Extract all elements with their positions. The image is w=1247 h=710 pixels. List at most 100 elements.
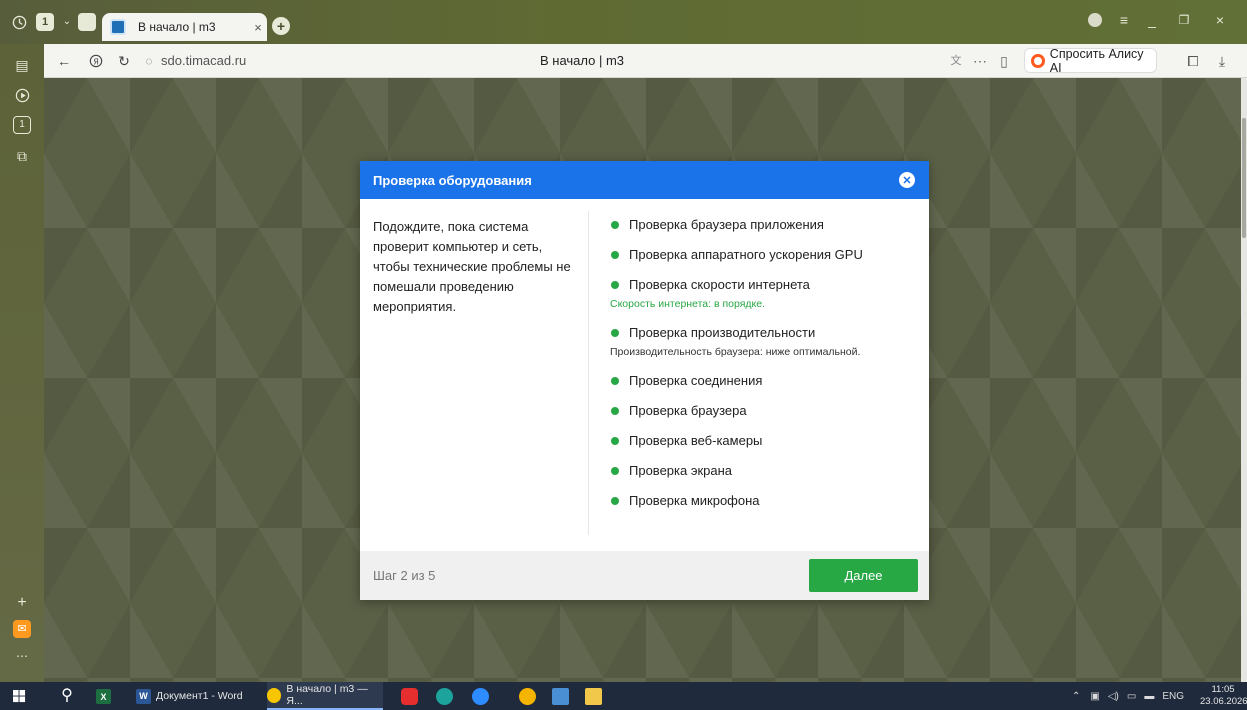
check-name: Проверка браузера приложения: [629, 217, 824, 232]
new-tab-icon[interactable]: +: [272, 17, 290, 35]
active-tab[interactable]: В начало | m3 ×: [102, 13, 267, 41]
check-note: Производительность браузера: ниже оптима…: [610, 346, 861, 358]
tab-title: В начало | m3: [138, 20, 216, 34]
file-explorer-icon[interactable]: [585, 688, 602, 705]
next-button[interactable]: Далее: [809, 559, 918, 592]
screenshot-icon[interactable]: ⧉: [13, 147, 31, 165]
check-name: Проверка производительности: [629, 325, 816, 340]
check-name: Проверка экрана: [629, 463, 733, 478]
clock[interactable]: 11:05 23.06.2026: [1200, 684, 1247, 708]
svg-text:Я: Я: [93, 58, 98, 67]
scrollbar-thumb[interactable]: [1242, 118, 1246, 238]
yandex-icon[interactable]: Я: [88, 52, 104, 70]
check-name: Проверка скорости интернета: [629, 277, 810, 292]
dialog-header: Проверка оборудования ✕: [360, 161, 929, 199]
check-name: Проверка соединения: [629, 373, 763, 388]
volume-icon[interactable]: ◁): [1108, 691, 1119, 702]
yandex-app-icon[interactable]: [401, 688, 418, 705]
windows-start-icon[interactable]: [12, 689, 26, 703]
check-item: Проверка соединения: [610, 373, 920, 389]
taskbar-browser-label: В начало | m3 — Я...: [286, 683, 368, 707]
clock-time: 11:05: [1211, 684, 1235, 695]
status-dot-icon: [611, 221, 619, 229]
check-note: Скорость интернета: в порядке.: [610, 298, 765, 310]
download-icon[interactable]: ⤓: [1214, 53, 1230, 69]
tray-expand-icon[interactable]: ⌃: [1072, 691, 1080, 702]
status-dot-icon: [611, 437, 619, 445]
status-dot-icon: [611, 467, 619, 475]
check-item: Проверка микрофона: [610, 493, 920, 509]
system-tray: ⌃ ▣ ◁) ▭ ▬ ENG: [1072, 682, 1184, 710]
back-icon[interactable]: ←: [56, 52, 72, 70]
status-dot-icon: [611, 407, 619, 415]
url-text[interactable]: sdo.timacad.ru: [161, 53, 246, 68]
close-dialog-icon[interactable]: ✕: [899, 172, 915, 188]
tabs-counter-icon[interactable]: 1: [13, 116, 31, 134]
check-item: Проверка скорости интернета Скорость инт…: [610, 277, 920, 311]
check-name: Проверка микрофона: [629, 493, 760, 508]
equipment-check-dialog: Проверка оборудования ✕ Подождите, пока …: [360, 161, 929, 600]
more-icon[interactable]: ⋯: [972, 53, 988, 69]
reload-icon[interactable]: ↻: [116, 52, 132, 70]
check-name: Проверка браузера: [629, 403, 747, 418]
status-dot-icon: [611, 281, 619, 289]
restore-icon[interactable]: ❐: [1176, 12, 1192, 28]
close-window-icon[interactable]: ×: [1212, 12, 1228, 28]
status-dot-icon: [611, 329, 619, 337]
clock-date: 23.06.2026: [1200, 696, 1247, 707]
tab-counter-button[interactable]: 1: [36, 13, 54, 31]
checks-list: Проверка браузера приложения Проверка ап…: [610, 217, 920, 509]
edge-icon[interactable]: [436, 688, 453, 705]
status-dot-icon: [611, 251, 619, 259]
status-dot-icon: [611, 377, 619, 385]
translate-icon[interactable]: 文: [949, 53, 963, 69]
tray-app-icon[interactable]: ▣: [1090, 691, 1099, 702]
tab-count: 1: [41, 16, 49, 28]
more-panels-icon[interactable]: ⋯: [13, 647, 31, 665]
taskbar-word[interactable]: W Документ1 - Word: [136, 682, 243, 710]
word-icon: W: [136, 688, 151, 704]
excel-icon[interactable]: X: [96, 689, 111, 704]
ask-alice-button[interactable]: Спросить Алису AI: [1024, 47, 1157, 75]
extensions-icon[interactable]: ⧠: [1185, 53, 1201, 69]
site-favicon-icon: [110, 19, 126, 35]
scrollbar[interactable]: [1241, 78, 1247, 682]
check-item: Проверка веб-камеры: [610, 433, 920, 449]
step-indicator: Шаг 2 из 5: [373, 568, 436, 583]
check-item: Проверка экрана: [610, 463, 920, 479]
zoom-icon[interactable]: [472, 688, 489, 705]
network-icon[interactable]: ▭: [1127, 691, 1136, 702]
add-panel-icon[interactable]: +: [13, 594, 31, 612]
browser-sidebar: ▤ 1 ⧉ + ✉ ⋯: [0, 44, 44, 682]
menu-icon[interactable]: ≡: [1116, 12, 1132, 28]
page-title: В начало | m3: [540, 53, 625, 68]
dialog-divider: [588, 211, 589, 535]
address-bar: ← Я ↻ ◌ sdo.timacad.ru В начало | m3 文 ⋯…: [44, 44, 1247, 78]
dialog-body: Подождите, пока система проверит компьют…: [360, 199, 929, 551]
mail-icon[interactable]: ✉: [13, 620, 31, 638]
bookmark-icon[interactable]: ▯: [997, 53, 1011, 69]
tab-group-icon[interactable]: [78, 13, 96, 31]
alice-icon: [1031, 53, 1045, 68]
dialog-footer: Шаг 2 из 5 Далее: [360, 551, 929, 600]
search-icon[interactable]: ⚲: [58, 687, 76, 705]
taskbar-browser[interactable]: В начало | m3 — Я...: [267, 682, 383, 710]
taskbar-word-label: Документ1 - Word: [156, 690, 243, 702]
check-name: Проверка аппаратного ускорения GPU: [629, 247, 863, 262]
close-tab-icon[interactable]: ×: [249, 20, 267, 35]
profile-avatar-icon[interactable]: [1088, 13, 1102, 27]
chrome-icon[interactable]: [519, 688, 536, 705]
security-shield-icon: ◌: [145, 54, 153, 68]
minimize-icon[interactable]: _: [1144, 12, 1160, 28]
check-item: Проверка аппаратного ускорения GPU: [610, 247, 920, 263]
status-dot-icon: [611, 497, 619, 505]
network-app-icon[interactable]: [552, 688, 569, 705]
check-name: Проверка веб-камеры: [629, 433, 763, 448]
collections-icon[interactable]: ▤: [13, 56, 31, 74]
browser-titlebar: 1 ⌄ В начало | m3 × + ≡ _ ❐ ×: [0, 0, 1247, 44]
language-indicator[interactable]: ENG: [1162, 691, 1184, 702]
history-icon[interactable]: [10, 13, 28, 31]
tabs-dropdown-icon[interactable]: ⌄: [60, 13, 74, 31]
battery-icon[interactable]: ▬: [1144, 691, 1154, 702]
play-icon[interactable]: [13, 86, 31, 104]
